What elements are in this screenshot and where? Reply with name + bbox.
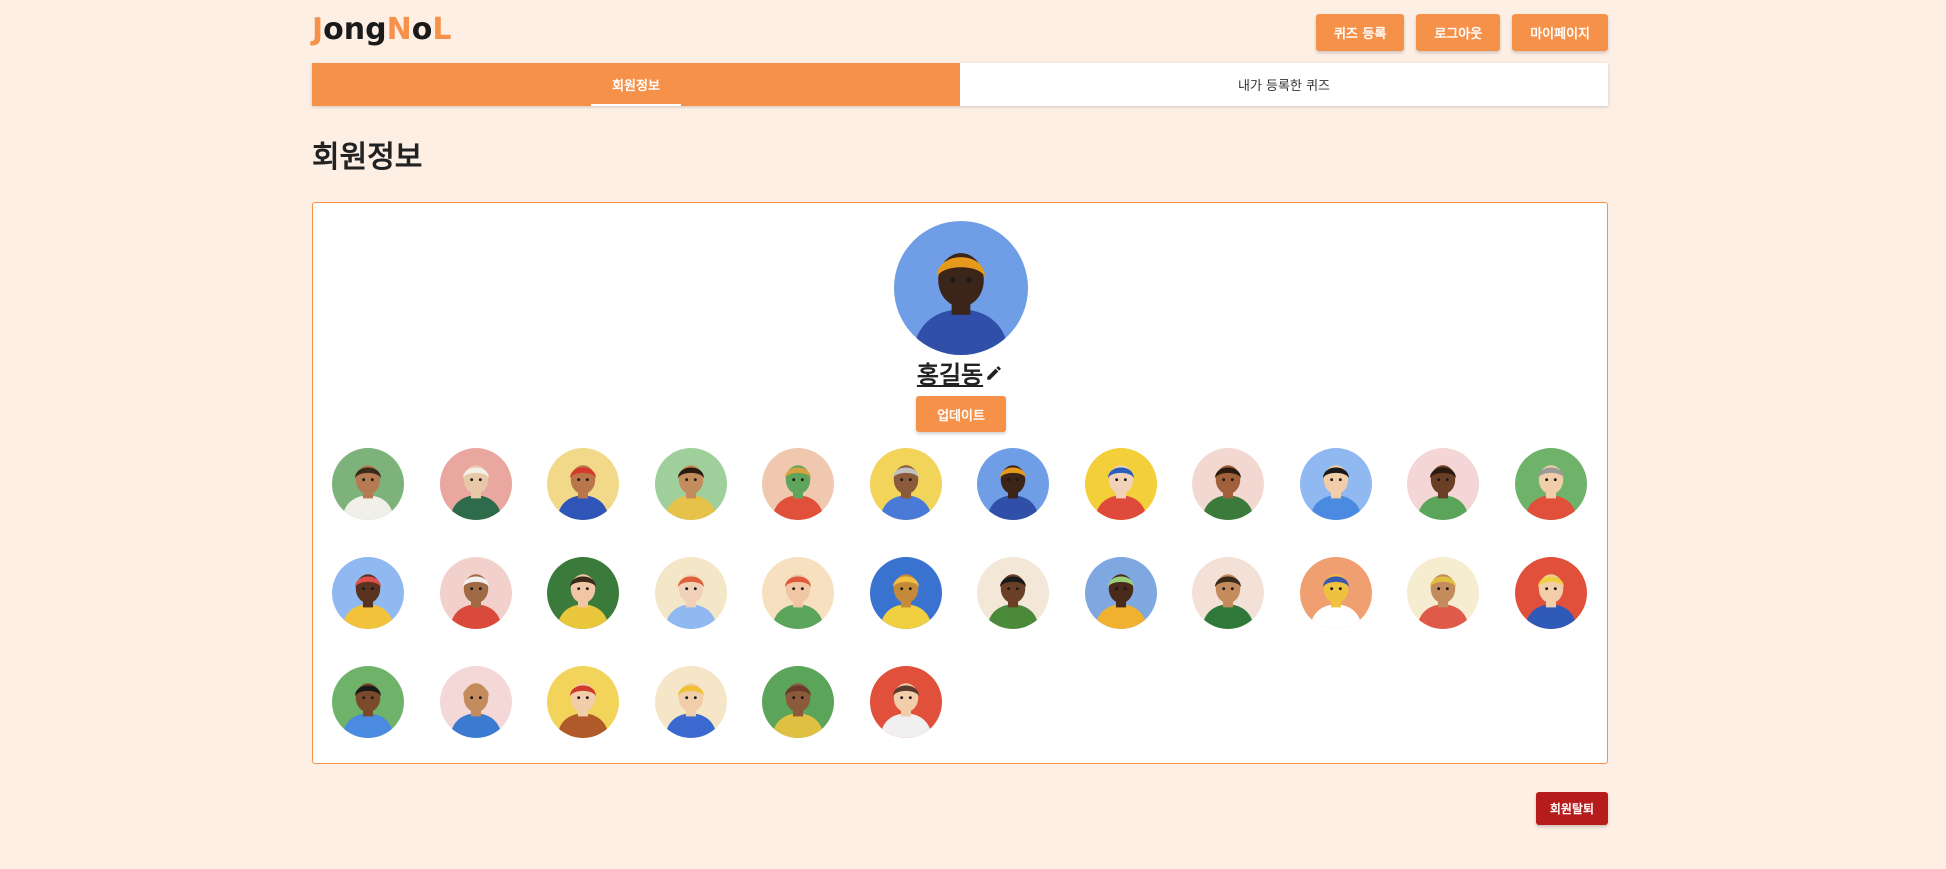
pencil-icon[interactable] <box>985 364 1003 386</box>
profile-card: 홍길동 업데이트 <box>312 202 1608 764</box>
mypage-button[interactable]: 마이페이지 <box>1512 14 1608 51</box>
avatar-option[interactable] <box>332 557 404 629</box>
header-buttons: 퀴즈 등록 로그아웃 마이페이지 <box>1315 14 1608 51</box>
avatar-option[interactable] <box>1299 448 1372 520</box>
avatar-option[interactable] <box>654 448 727 520</box>
avatar-option[interactable] <box>762 666 834 738</box>
page-title: 회원정보 <box>312 140 423 175</box>
avatar-option[interactable] <box>1407 557 1479 629</box>
avatar-option[interactable] <box>332 666 404 738</box>
avatar-option[interactable] <box>1514 557 1587 629</box>
avatar-option[interactable] <box>547 557 619 629</box>
avatar-option[interactable] <box>547 448 619 520</box>
avatar-option[interactable] <box>977 557 1049 629</box>
profile-avatar <box>894 221 1028 355</box>
register-quiz-button[interactable]: 퀴즈 등록 <box>1315 14 1405 51</box>
logo-letter-j: J <box>312 12 324 47</box>
avatar-option[interactable] <box>1407 448 1479 520</box>
top-header: JongNoL 퀴즈 등록 로그아웃 마이페이지 <box>312 0 1608 62</box>
avatar-option[interactable] <box>977 448 1049 520</box>
logout-button[interactable]: 로그아웃 <box>1416 14 1501 51</box>
update-button[interactable]: 업데이트 <box>916 396 1006 432</box>
tab-my-quizzes-label: 내가 등록한 퀴즈 <box>1238 79 1330 94</box>
avatar-option[interactable] <box>332 448 404 520</box>
active-tab-indicator <box>591 104 681 106</box>
logo-letters-ong: ong <box>323 12 387 47</box>
avatar-option[interactable] <box>762 557 834 629</box>
avatar-option[interactable] <box>439 448 512 520</box>
avatar-option[interactable] <box>869 666 942 738</box>
avatar-option[interactable] <box>869 557 942 629</box>
logo-letter-l: L <box>432 12 452 47</box>
avatar-option[interactable] <box>869 448 942 520</box>
tab-member-info-label: 회원정보 <box>612 79 660 94</box>
avatar-option[interactable] <box>1084 448 1157 520</box>
logo[interactable]: JongNoL <box>312 12 451 47</box>
avatar-option[interactable] <box>762 448 834 520</box>
tab-my-quizzes[interactable]: 내가 등록한 퀴즈 <box>960 63 1608 106</box>
avatar-option[interactable] <box>1192 557 1264 629</box>
avatar-option[interactable] <box>1299 557 1372 629</box>
withdraw-button[interactable]: 회원탈퇴 <box>1535 792 1608 825</box>
mypage-tabs: 회원정보 내가 등록한 퀴즈 <box>312 63 1608 106</box>
avatar-option[interactable] <box>547 666 619 738</box>
avatar-option[interactable] <box>1514 448 1587 520</box>
avatar-option[interactable] <box>1192 448 1264 520</box>
name-row: 홍길동 <box>313 355 1607 390</box>
avatar-option[interactable] <box>654 666 727 738</box>
user-name[interactable]: 홍길동 <box>917 361 983 389</box>
logo-letter-n: N <box>386 12 412 47</box>
tab-member-info[interactable]: 회원정보 <box>312 63 960 106</box>
avatar-option[interactable] <box>439 666 512 738</box>
avatar-option[interactable] <box>654 557 727 629</box>
avatar-option[interactable] <box>439 557 512 629</box>
avatar-selection-grid <box>332 448 1587 738</box>
avatar-option[interactable] <box>1084 557 1157 629</box>
logo-letter-o: o <box>411 12 433 47</box>
